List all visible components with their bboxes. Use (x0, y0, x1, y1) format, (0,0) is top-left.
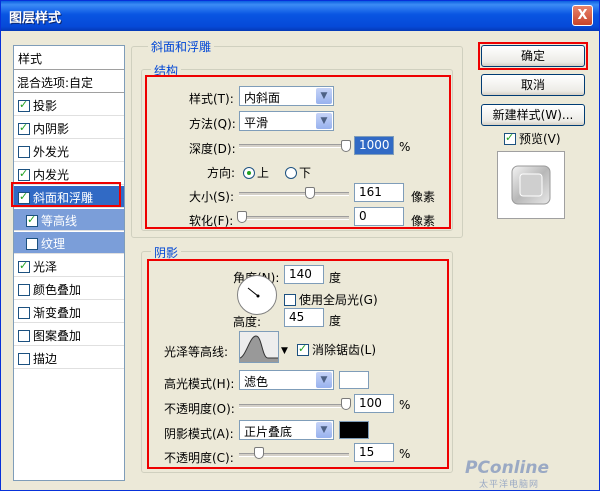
style-item-color-overlay[interactable]: 颜色叠加 (14, 278, 124, 300)
checkbox-icon[interactable] (26, 213, 38, 227)
checkbox-icon[interactable] (18, 284, 30, 296)
style-label: 外发光 (33, 145, 70, 159)
preview-thumbnail (497, 151, 565, 219)
preview-checkbox[interactable]: 预览(V) (504, 130, 561, 147)
style-item-outer-glow[interactable]: 外发光 (14, 140, 124, 162)
title-bar[interactable]: 图层样式 X (1, 1, 599, 31)
checkbox-icon[interactable] (18, 98, 30, 112)
checkbox-icon[interactable] (18, 307, 30, 319)
checkbox-icon[interactable] (18, 121, 30, 135)
checkbox-icon[interactable] (18, 259, 30, 273)
checkbox-icon[interactable] (504, 131, 516, 145)
style-label: 光泽 (33, 260, 58, 274)
style-item-gradient-overlay[interactable]: 渐变叠加 (14, 301, 124, 323)
close-button[interactable]: X (572, 5, 593, 26)
highlight-structure (145, 75, 451, 229)
preview-label: 预览(V) (519, 132, 561, 146)
style-item-satin[interactable]: 光泽 (14, 255, 124, 277)
styles-list: 样式 混合选项:自定 投影 内阴影 外发光 内发光 斜面和浮雕 等高线 纹理 光… (13, 45, 125, 481)
style-label: 描边 (33, 352, 58, 366)
bevel-emboss-title: 斜面和浮雕 (148, 38, 215, 55)
dialog-title: 图层样式 (9, 11, 62, 26)
highlight-shading (147, 259, 449, 469)
highlight-ok (478, 42, 588, 70)
style-item-drop-shadow[interactable]: 投影 (14, 94, 124, 116)
checkbox-icon[interactable] (18, 167, 30, 181)
style-label: 渐变叠加 (33, 306, 82, 320)
checkbox-icon[interactable] (18, 353, 30, 365)
layer-style-dialog: 图层样式 X 样式 混合选项:自定 投影 内阴影 外发光 内发光 斜面和浮雕 等… (0, 0, 600, 491)
style-item-inner-shadow[interactable]: 内阴影 (14, 117, 124, 139)
styles-header[interactable]: 样式 (14, 46, 124, 70)
style-label: 投影 (33, 99, 58, 113)
style-item-pattern-overlay[interactable]: 图案叠加 (14, 324, 124, 346)
style-label: 内阴影 (33, 122, 70, 136)
style-label: 等高线 (41, 214, 78, 228)
style-label: 纹理 (41, 237, 66, 251)
style-label: 内发光 (33, 168, 70, 182)
style-item-texture[interactable]: 纹理 (14, 232, 124, 254)
cancel-button[interactable]: 取消 (481, 74, 585, 96)
highlight-bevel-item (11, 182, 121, 207)
checkbox-icon[interactable] (26, 238, 38, 250)
new-style-button[interactable]: 新建样式(W)... (481, 104, 585, 126)
style-item-stroke[interactable]: 描边 (14, 347, 124, 369)
style-item-contour[interactable]: 等高线 (14, 209, 124, 231)
checkbox-icon[interactable] (18, 330, 30, 342)
blending-options[interactable]: 混合选项:自定 (14, 71, 124, 93)
checkbox-icon[interactable] (18, 146, 30, 158)
bevel-preview-icon (511, 165, 551, 205)
watermark-brand: PConline (465, 458, 550, 478)
watermark-sub: 太平洋电脑网 (479, 480, 540, 490)
style-label: 颜色叠加 (33, 283, 82, 297)
style-label: 图案叠加 (33, 329, 82, 343)
